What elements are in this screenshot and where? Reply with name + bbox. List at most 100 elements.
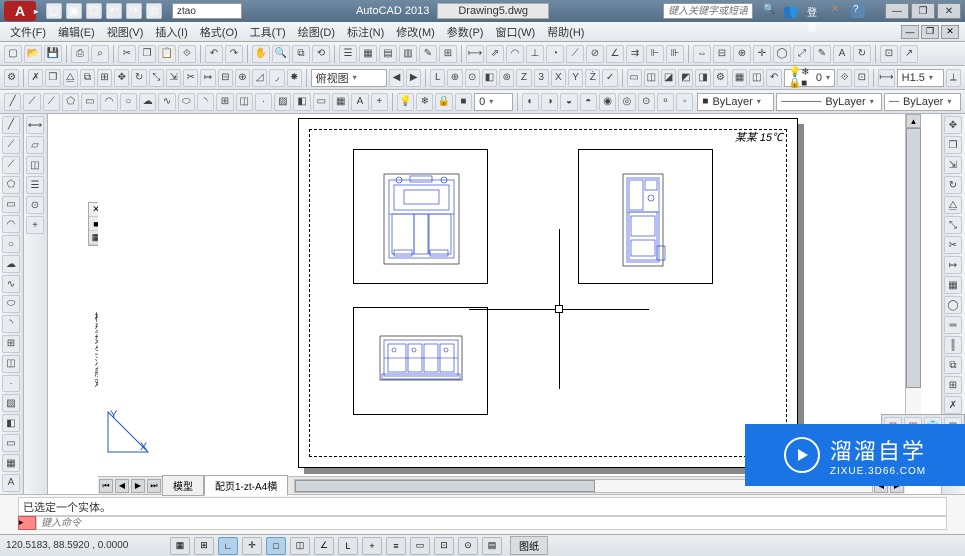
visual-hidden-icon[interactable]: ◪ bbox=[661, 69, 676, 87]
doc-restore-button[interactable]: ❐ bbox=[921, 25, 939, 39]
addsel-icon[interactable]: + bbox=[371, 93, 388, 111]
ucs-f-icon[interactable]: ◧ bbox=[482, 69, 497, 87]
zoomprev-icon[interactable]: ⟲ bbox=[312, 45, 330, 63]
r-edgesurf-icon[interactable]: ▦ bbox=[944, 276, 962, 294]
ucs-x-icon[interactable]: X bbox=[551, 69, 566, 87]
qat-undo-icon[interactable]: ↶ bbox=[106, 3, 122, 19]
dimtedit-icon[interactable]: A bbox=[833, 45, 851, 63]
menu-insert[interactable]: 插入(I) bbox=[151, 22, 191, 42]
qat-new-icon[interactable]: ▢ bbox=[46, 3, 62, 19]
menu-file[interactable]: 文件(F) bbox=[6, 22, 50, 42]
explode-icon[interactable]: ✸ bbox=[287, 69, 302, 87]
zoomwin-icon[interactable]: ⧉ bbox=[292, 45, 310, 63]
menu-modify[interactable]: 修改(M) bbox=[392, 22, 439, 42]
ucs-o-icon[interactable]: ⊚ bbox=[499, 69, 514, 87]
join-icon[interactable]: ⊕ bbox=[235, 69, 250, 87]
toolpalette-icon[interactable]: ▤ bbox=[379, 45, 397, 63]
rectangle-icon[interactable]: ▭ bbox=[2, 196, 20, 214]
calc-icon[interactable]: ⊞ bbox=[439, 45, 457, 63]
view-fwd-icon[interactable]: ▶ bbox=[406, 69, 421, 87]
window-close-button[interactable]: ✕ bbox=[937, 3, 961, 19]
dimupdate-icon[interactable]: ↻ bbox=[853, 45, 871, 63]
render7-icon[interactable]: ⊙ bbox=[638, 93, 655, 111]
dimedit-icon[interactable]: ✎ bbox=[813, 45, 831, 63]
render6-icon[interactable]: ◎ bbox=[618, 93, 635, 111]
dimstyle-icon[interactable]: ⊡ bbox=[880, 45, 898, 63]
revcloud-icon[interactable]: ☁ bbox=[139, 93, 156, 111]
r-erase-icon[interactable]: ✗ bbox=[944, 396, 962, 414]
paste-icon[interactable]: 📋 bbox=[158, 45, 176, 63]
color-dropdown[interactable]: ■ ByLayer▾ bbox=[697, 93, 774, 111]
ucs-3-icon[interactable]: 3 bbox=[534, 69, 549, 87]
tab-next-icon[interactable]: ▶ bbox=[131, 479, 145, 493]
r-offset-icon[interactable]: ⧉ bbox=[944, 356, 962, 374]
insertblock-icon[interactable]: ⊞ bbox=[2, 335, 20, 353]
insert-icon[interactable]: ⊞ bbox=[216, 93, 233, 111]
area-icon[interactable]: ▱ bbox=[26, 136, 44, 154]
r-stretch-icon[interactable]: ⇲ bbox=[944, 156, 962, 174]
otrack-toggle[interactable]: ∠ bbox=[314, 537, 334, 555]
render2-icon[interactable]: ◑ bbox=[541, 93, 558, 111]
circle2-icon[interactable]: ○ bbox=[120, 93, 137, 111]
open-icon[interactable]: 📂 bbox=[24, 45, 42, 63]
r-rulesurf-icon[interactable]: ═ bbox=[944, 316, 962, 334]
command-history[interactable]: 已选定一个实体。 已选定一个实体。 bbox=[18, 497, 947, 516]
rotate-icon[interactable]: ↻ bbox=[131, 69, 146, 87]
osnap-toggle[interactable]: □ bbox=[266, 537, 286, 555]
sheet-icon[interactable]: ▥ bbox=[399, 45, 417, 63]
arc-icon[interactable]: ◠ bbox=[2, 215, 20, 233]
dim-radius-icon[interactable]: ◔ bbox=[546, 45, 564, 63]
line2-icon[interactable]: ╱ bbox=[4, 93, 21, 111]
dim-break-icon[interactable]: ⊟ bbox=[713, 45, 731, 63]
polyline-icon[interactable]: ⟋ bbox=[2, 156, 20, 174]
menu-tools[interactable]: 工具(T) bbox=[246, 22, 290, 42]
layerstate-icon[interactable]: ⊡ bbox=[854, 69, 869, 87]
menu-view[interactable]: 视图(V) bbox=[103, 22, 148, 42]
copy-icon[interactable]: ❐ bbox=[138, 45, 156, 63]
doc-close-button[interactable]: ✕ bbox=[941, 25, 959, 39]
viewport-top[interactable] bbox=[353, 149, 488, 284]
login-link[interactable]: 登录 bbox=[807, 4, 821, 18]
qp-toggle[interactable]: ⊡ bbox=[434, 537, 454, 555]
line-icon[interactable]: ╱ bbox=[2, 116, 20, 134]
region-icon[interactable]: ▭ bbox=[2, 434, 20, 452]
3dosnap-toggle[interactable]: ◫ bbox=[290, 537, 310, 555]
ucs-p-icon[interactable]: ⊙ bbox=[465, 69, 480, 87]
xline-icon[interactable]: ⟋ bbox=[23, 93, 40, 111]
qat-save-icon[interactable]: ☐ bbox=[86, 3, 102, 19]
tab-layout1[interactable]: 配页1-zt-A4横 bbox=[204, 475, 288, 496]
inspect-icon[interactable]: ◯ bbox=[773, 45, 791, 63]
erase-icon[interactable]: ✗ bbox=[28, 69, 43, 87]
r-extend-icon[interactable]: ↦ bbox=[944, 256, 962, 274]
mtext-icon[interactable]: A bbox=[2, 474, 20, 492]
render5-icon[interactable]: ◉ bbox=[599, 93, 616, 111]
qat-open-icon[interactable]: ▣ bbox=[66, 3, 82, 19]
mtext2-icon[interactable]: A bbox=[351, 93, 368, 111]
ortho-toggle[interactable]: ∟ bbox=[218, 537, 238, 555]
ducs-toggle[interactable]: L bbox=[338, 537, 358, 555]
break-icon[interactable]: ⊟ bbox=[218, 69, 233, 87]
r-tabsurf-icon[interactable]: ║ bbox=[944, 336, 962, 354]
layerprev-icon[interactable]: ↶ bbox=[766, 69, 781, 87]
designcenter-icon[interactable]: ▦ bbox=[359, 45, 377, 63]
grid-toggle[interactable]: ⊞ bbox=[194, 537, 214, 555]
visual-real-icon[interactable]: ◩ bbox=[678, 69, 693, 87]
view-back-icon[interactable]: ◀ bbox=[389, 69, 404, 87]
dim-linear-icon[interactable]: ⟼ bbox=[466, 45, 484, 63]
region3-icon[interactable]: ◫ bbox=[26, 156, 44, 174]
gradient2-icon[interactable]: ◧ bbox=[2, 414, 20, 432]
window-maximize-button[interactable]: ❐ bbox=[911, 3, 935, 19]
ucs-icon[interactable]: L bbox=[430, 69, 445, 87]
ucs-zz-icon[interactable]: Ż bbox=[585, 69, 600, 87]
r-scale-icon[interactable]: ⤡ bbox=[944, 216, 962, 234]
hatch-icon[interactable]: ▨ bbox=[2, 394, 20, 412]
spline2-icon[interactable]: ∿ bbox=[2, 275, 20, 293]
dim-space-icon[interactable]: ⇔ bbox=[693, 45, 711, 63]
hatch2-icon[interactable]: ▨ bbox=[274, 93, 291, 111]
command-prompt-icon[interactable]: ▸ bbox=[18, 516, 36, 530]
ucs-apply-icon[interactable]: ✓ bbox=[602, 69, 617, 87]
tab-model[interactable]: 模型 bbox=[162, 475, 204, 496]
ellipse-icon[interactable]: ⬭ bbox=[2, 295, 20, 313]
render4-icon[interactable]: ◓ bbox=[580, 93, 597, 111]
tab-prev-icon[interactable]: ◀ bbox=[115, 479, 129, 493]
